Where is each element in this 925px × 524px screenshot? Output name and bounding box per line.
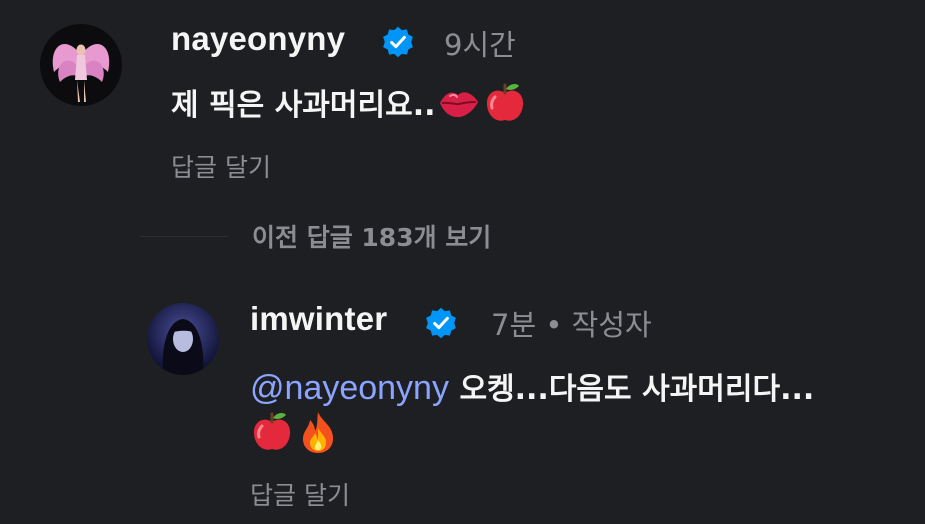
- apple-icon: [483, 81, 527, 133]
- comment-text-content: 제 픽은 사과머리요..: [171, 88, 436, 123]
- lips-icon: [437, 85, 481, 129]
- mention-link[interactable]: @nayeonyny: [250, 369, 449, 407]
- reply-button[interactable]: 답글 달기: [250, 476, 350, 512]
- comment-text: @nayeonyny 오켕...다음도 사과머리다...: [250, 364, 814, 408]
- comment-timestamp: 7분 • 작성자: [491, 308, 652, 342]
- comment-text-content: 오켕...다음도 사과머리다...: [459, 372, 815, 407]
- verified-badge-icon: [426, 307, 456, 339]
- username-nayeonyny[interactable]: nayeonyny: [171, 20, 345, 58]
- avatar-image: [147, 303, 219, 375]
- view-previous-replies-button[interactable]: 이전 답글 183개 보기: [252, 218, 491, 254]
- username-imwinter[interactable]: imwinter: [250, 300, 387, 338]
- reply-button[interactable]: 답글 달기: [171, 148, 271, 184]
- avatar-imwinter[interactable]: [147, 303, 219, 375]
- fire-icon: [298, 410, 338, 462]
- comment-emoji-line: [250, 410, 338, 462]
- verified-badge-icon: [383, 26, 413, 58]
- thread-divider: [140, 236, 228, 237]
- comment-text: 제 픽은 사과머리요..: [171, 80, 527, 133]
- apple-icon: [250, 410, 294, 462]
- avatar-nayeonyny[interactable]: [40, 24, 122, 106]
- comment-timestamp: 9시간: [444, 28, 516, 62]
- avatar-image: [40, 24, 122, 106]
